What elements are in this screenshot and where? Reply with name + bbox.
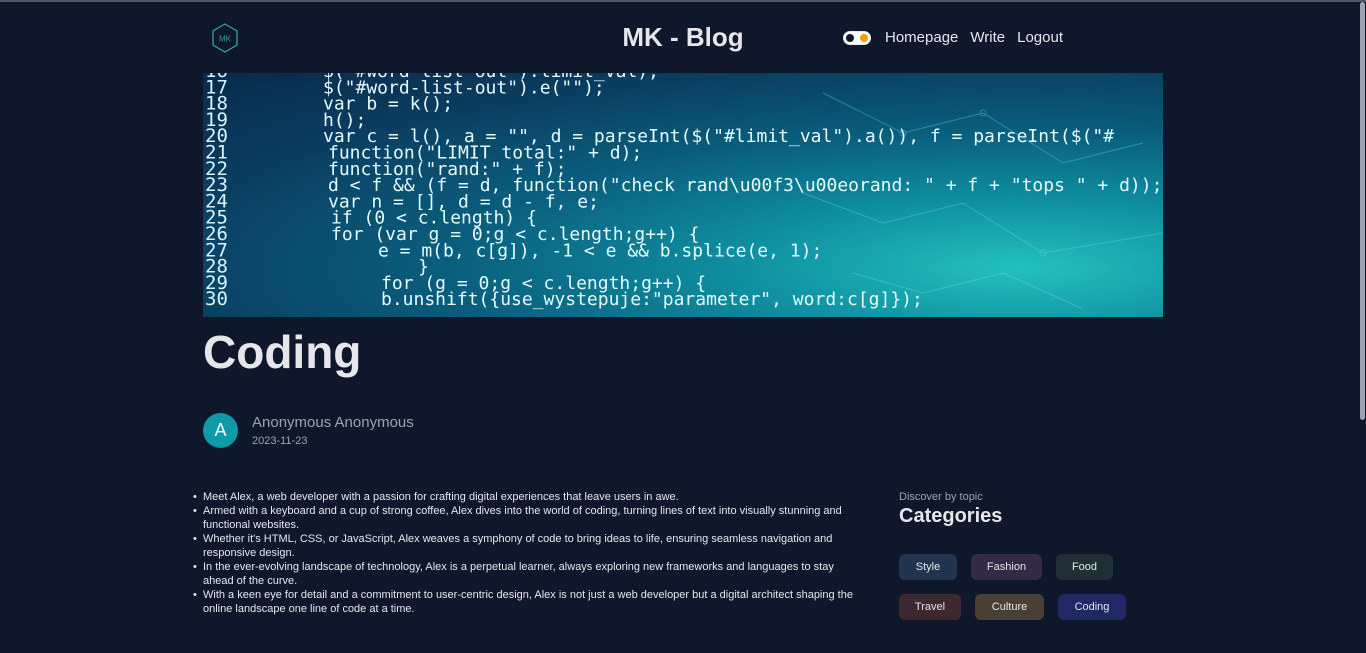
nav-link-logout[interactable]: Logout <box>1017 29 1063 46</box>
logo[interactable]: MK <box>211 23 239 53</box>
author-name: Anonymous Anonymous <box>252 414 414 431</box>
author-avatar[interactable]: A <box>203 413 238 448</box>
category-food[interactable]: Food <box>1056 554 1113 580</box>
content-item: Armed with a keyboard and a cup of stron… <box>193 504 863 532</box>
nav-links: Homepage Write Logout <box>843 29 1075 46</box>
category-coding[interactable]: Coding <box>1058 594 1126 620</box>
navbar: MK MK - Blog Homepage Write Logout <box>203 2 1163 74</box>
toggle-knob <box>846 33 854 42</box>
hero-code-image: 16$("#word-list-out").limit_val);17$("#w… <box>205 73 1163 310</box>
category-fashion[interactable]: Fashion <box>971 554 1042 580</box>
content-item: In the ever-evolving landscape of techno… <box>193 560 863 588</box>
nav-link-homepage[interactable]: Homepage <box>885 29 958 46</box>
content-item: Meet Alex, a web developer with a passio… <box>193 490 863 504</box>
category-culture[interactable]: Culture <box>975 594 1044 620</box>
post-title: Coding <box>203 326 362 378</box>
code-line-number: 30 <box>205 288 228 310</box>
nav-link-write[interactable]: Write <box>970 29 1005 46</box>
logo-text: MK <box>219 35 232 44</box>
scrollbar-thumb[interactable] <box>1360 2 1365 420</box>
hero-image: 16$("#word-list-out").limit_val);17$("#w… <box>203 73 1163 317</box>
post-date: 2023-11-23 <box>252 435 308 447</box>
categories-title: Categories <box>899 505 1003 527</box>
post-content: Meet Alex, a web developer with a passio… <box>193 490 873 616</box>
sidebar-subtitle: Discover by topic <box>899 491 983 503</box>
content-item: With a keen eye for detail and a commitm… <box>193 588 863 616</box>
category-style[interactable]: Style <box>899 554 957 580</box>
content-item: Whether it's HTML, CSS, or JavaScript, A… <box>193 532 863 560</box>
code-line: b.unshift({use_wystepuje:"parameter", wo… <box>381 289 923 310</box>
page-scrollbar[interactable] <box>1359 2 1366 653</box>
logo-hexagon-icon: MK <box>212 23 238 53</box>
theme-toggle[interactable] <box>843 30 871 45</box>
code-line: e = m(b, c[g]), -1 < e && b.splice(e, 1)… <box>378 240 822 261</box>
category-travel[interactable]: Travel <box>899 594 961 620</box>
toggle-sun-dot <box>860 33 868 42</box>
